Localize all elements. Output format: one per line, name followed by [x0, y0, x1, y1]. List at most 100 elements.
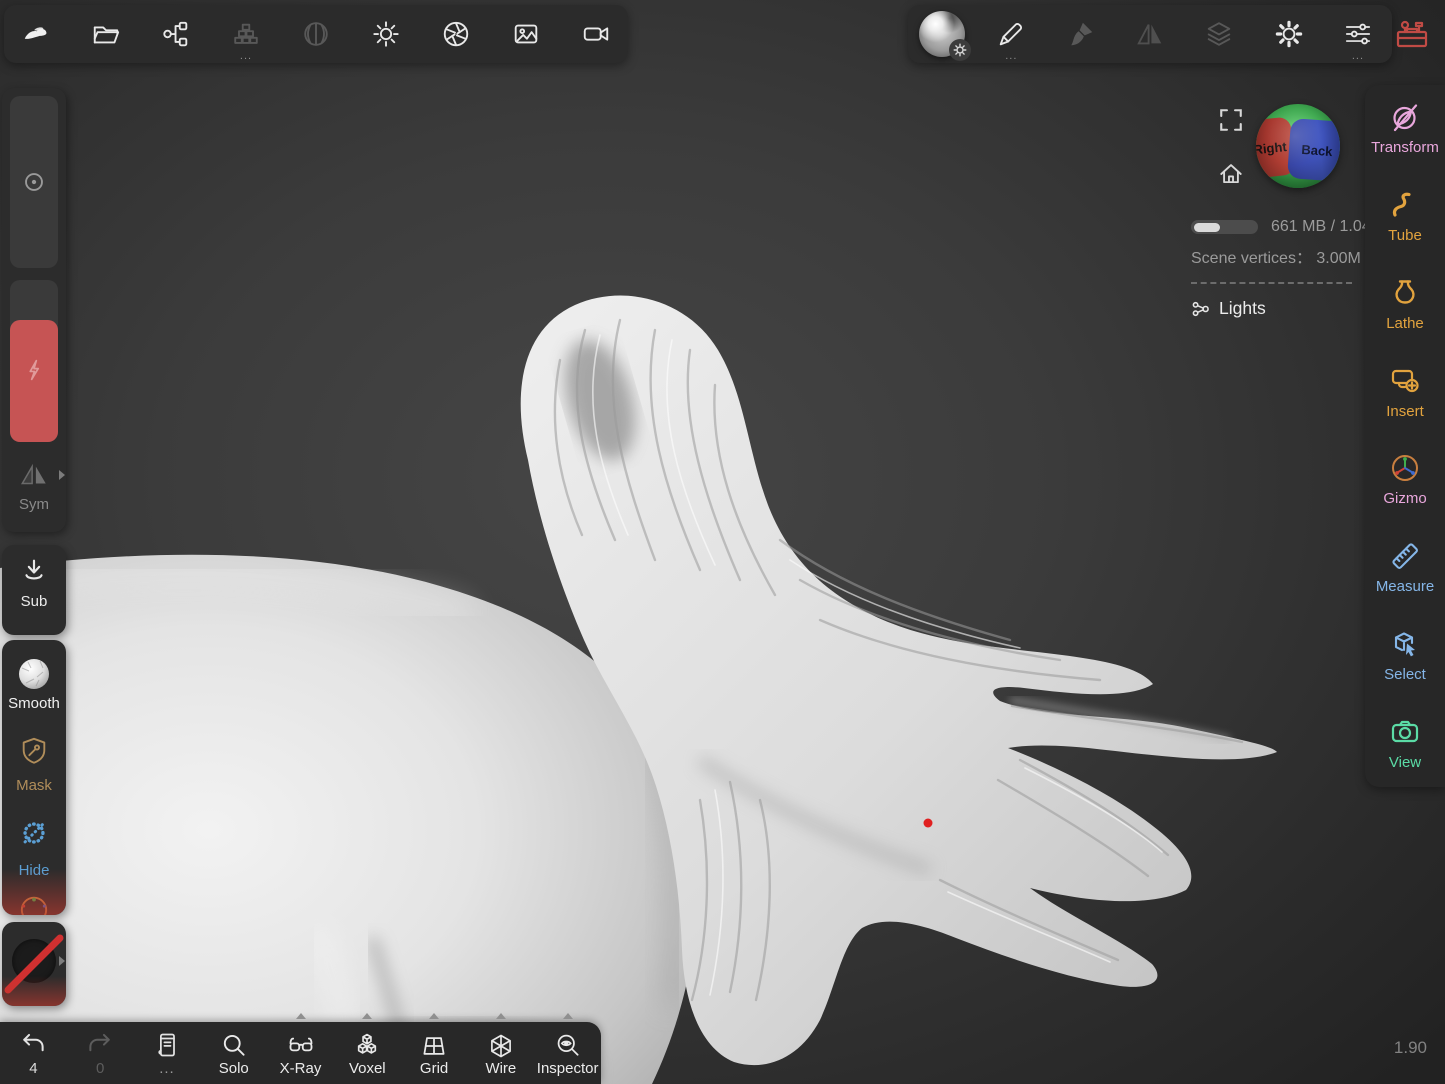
video-record-icon: [581, 19, 611, 49]
voxel-button[interactable]: Voxel: [334, 1022, 401, 1084]
home-view-button[interactable]: [1218, 161, 1244, 187]
layers-button[interactable]: [1197, 8, 1241, 60]
solo-magnifier-icon: [220, 1032, 248, 1060]
tool-lathe[interactable]: Lathe: [1365, 261, 1445, 349]
wire-options-caret[interactable]: [496, 1013, 506, 1019]
history-notes-button[interactable]: ...: [134, 1022, 201, 1084]
interface-more-dots: ...: [1336, 54, 1380, 58]
tool-insert[interactable]: Insert: [1365, 348, 1445, 436]
topology-button[interactable]: [294, 8, 338, 60]
hide-dots-icon: [19, 818, 49, 848]
scene-vertices: Scene vertices： 3.00M: [1191, 244, 1365, 268]
record-video-button[interactable]: [574, 8, 618, 60]
sliders-icon: [1343, 19, 1373, 49]
primitives-button[interactable]: ...: [224, 8, 268, 60]
inspector-button[interactable]: Inspector: [534, 1022, 601, 1084]
stroke-button[interactable]: ...: [989, 8, 1033, 60]
alpha-panel: [2, 922, 66, 1006]
undo-button[interactable]: 4: [0, 1022, 67, 1084]
tool-select[interactable]: Select: [1365, 612, 1445, 700]
inspector-options-caret[interactable]: [563, 1013, 573, 1019]
settings-gear-icon: [1274, 19, 1304, 49]
settings-button[interactable]: [1267, 8, 1311, 60]
mirror-icon: [1135, 19, 1165, 49]
zoom-level: 1.90: [1394, 1038, 1427, 1058]
undo-icon: [19, 1031, 47, 1059]
orientation-navball[interactable]: Right Back: [1256, 104, 1340, 188]
layers-icon: [1204, 19, 1234, 49]
mask-shield-icon: [19, 736, 49, 766]
grid-options-caret[interactable]: [429, 1013, 439, 1019]
tool-measure[interactable]: Measure: [1365, 524, 1445, 612]
xray-options-caret[interactable]: [296, 1013, 306, 1019]
voxel-cubes-icon: [353, 1032, 381, 1060]
brush-tools-panel: Smooth Mask Hide: [2, 640, 66, 915]
primitives-more-dots: ...: [224, 54, 268, 58]
scene-graph-icon: [161, 19, 191, 49]
tool-view[interactable]: View: [1365, 699, 1445, 787]
wire-button[interactable]: Wire: [467, 1022, 534, 1084]
render-aperture-icon: [441, 19, 471, 49]
lights-node-icon: [1191, 299, 1211, 319]
sub-tool-panel: Sub: [2, 545, 66, 635]
lights-button[interactable]: Lights: [1191, 298, 1365, 319]
fullscreen-button[interactable]: [1218, 107, 1244, 133]
undo-count: 4: [29, 1060, 37, 1077]
stroke-pencil-icon: [996, 19, 1026, 49]
interface-button[interactable]: ...: [1336, 8, 1380, 60]
tool-insert-label: Insert: [1386, 403, 1424, 420]
symmetry-button[interactable]: [1128, 8, 1172, 60]
memory-row: 661 MB / 1.04 G: [1191, 216, 1365, 238]
insert-icon: [1389, 365, 1421, 397]
gizmo-partial-icon[interactable]: [19, 893, 49, 915]
voxel-label: Voxel: [349, 1060, 386, 1077]
smooth-label: Smooth: [2, 695, 66, 712]
right-tool-sidebar: Transform Tube Lathe Insert Gizmo: [1365, 85, 1445, 787]
files-button[interactable]: [84, 8, 128, 60]
material-button[interactable]: [920, 8, 964, 60]
top-right-toolbar: ... ...: [908, 5, 1392, 63]
nomad-logo: [21, 19, 51, 49]
solo-button[interactable]: Solo: [200, 1022, 267, 1084]
wire-label: Wire: [485, 1060, 516, 1077]
scene-graph-button[interactable]: [154, 8, 198, 60]
tool-gizmo[interactable]: Gizmo: [1365, 436, 1445, 524]
symmetry-expand-caret[interactable]: [59, 470, 65, 480]
navball-back-face[interactable]: Back: [1287, 118, 1340, 182]
hide-label: Hide: [2, 862, 66, 879]
alpha-none-slash-icon: [2, 922, 66, 1006]
sub-arrow-icon: [19, 557, 49, 587]
xray-button[interactable]: X-Ray: [267, 1022, 334, 1084]
grid-button[interactable]: Grid: [401, 1022, 468, 1084]
voxel-options-caret[interactable]: [362, 1013, 372, 1019]
tool-transform[interactable]: Transform: [1365, 85, 1445, 173]
export-image-button[interactable]: [504, 8, 548, 60]
scene-info: 661 MB / 1.04 G Scene vertices： 3.00M Li…: [1191, 216, 1365, 319]
redo-button[interactable]: 0: [67, 1022, 134, 1084]
radius-slider[interactable]: [10, 96, 58, 268]
intensity-slider[interactable]: [10, 280, 58, 442]
navball-right-face[interactable]: Right: [1256, 116, 1296, 179]
sub-label: Sub: [2, 593, 66, 610]
tool-tube[interactable]: Tube: [1365, 173, 1445, 261]
render-button[interactable]: [434, 8, 478, 60]
tool-view-label: View: [1389, 754, 1421, 771]
primitive-bricks-icon: [231, 19, 261, 49]
view-camera-icon: [1389, 716, 1421, 748]
symmetry-icon: [19, 460, 49, 490]
toolbox-button[interactable]: [1390, 11, 1434, 57]
inspector-label: Inspector: [537, 1060, 599, 1077]
select-icon: [1389, 628, 1421, 660]
gizmo-icon: [1389, 452, 1421, 484]
mesh-sphere-icon: [301, 19, 331, 49]
xray-label: X-Ray: [280, 1060, 322, 1077]
xray-glasses-icon: [287, 1032, 315, 1060]
app-menu-button[interactable]: [14, 8, 58, 60]
notes-more-dots: ...: [159, 1060, 175, 1077]
info-divider: [1191, 282, 1352, 284]
material-settings-badge: [949, 39, 971, 61]
alpha-expand-caret[interactable]: [59, 956, 65, 966]
environment-button[interactable]: [364, 8, 408, 60]
brush-cursor-dot: [924, 819, 933, 828]
painting-button[interactable]: [1059, 8, 1103, 60]
